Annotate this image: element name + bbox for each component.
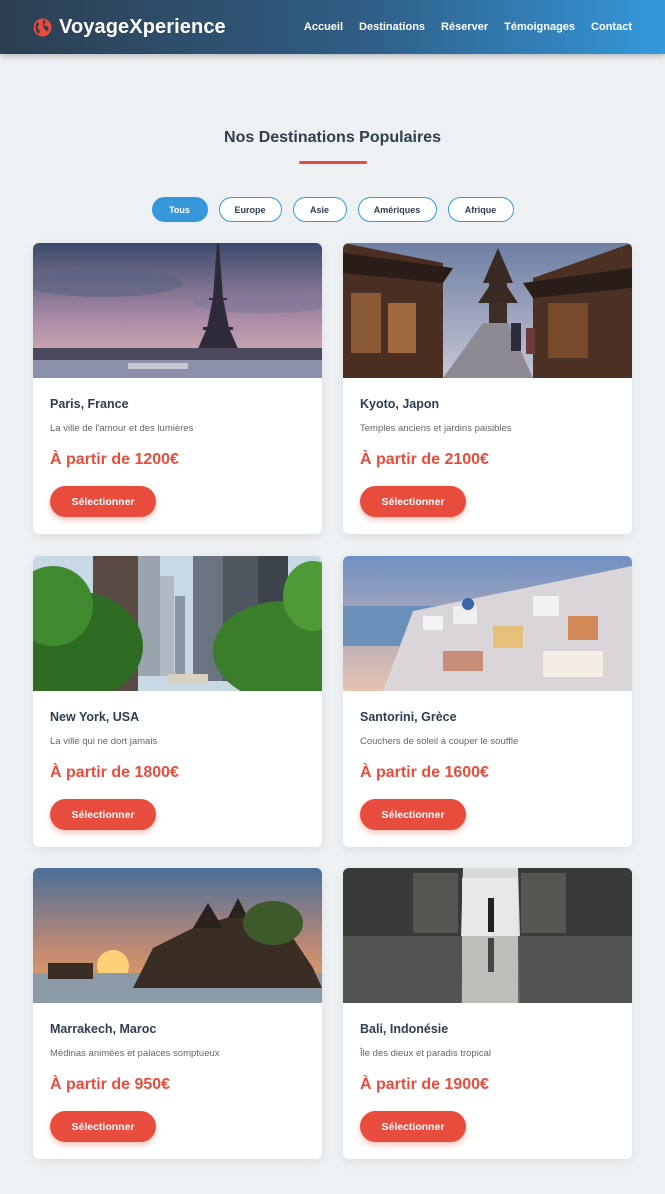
card-price: À partir de 2100€ — [360, 451, 489, 468]
card-title: Paris, France — [50, 397, 129, 411]
select-button[interactable]: Sélectionner — [50, 1111, 156, 1142]
destination-card-paris: Paris, France La ville de l'amour et des… — [33, 243, 322, 534]
main-nav: Accueil Destinations Réserver Témoignage… — [304, 21, 632, 33]
destination-card-new-york: New York, USA La ville qui ne dort jamai… — [33, 556, 322, 847]
destination-card-marrakech: Marrakech, Maroc Médinas animées et pala… — [33, 868, 322, 1159]
card-price: À partir de 1600€ — [360, 764, 489, 781]
section-title: Nos Destinations Populaires — [224, 129, 441, 146]
title-underline — [299, 161, 367, 164]
card-description: Temples anciens et jardins paisibles — [360, 423, 512, 434]
card-description: Couchers de soleil à couper le souffle — [360, 736, 519, 747]
logo-text: VoyageXperience — [59, 15, 226, 38]
nav-reserver[interactable]: Réserver — [441, 21, 488, 33]
card-title: Santorini, Grèce — [360, 710, 457, 724]
destination-image-new-york — [33, 556, 322, 691]
select-button[interactable]: Sélectionner — [360, 799, 466, 830]
card-price: À partir de 1900€ — [360, 1076, 489, 1093]
filter-bar: Tous Europe Asie Amériques Afrique — [0, 197, 665, 222]
nav-accueil[interactable]: Accueil — [304, 21, 343, 33]
card-description: La ville de l'amour et des lumières — [50, 423, 194, 434]
site-header: VoyageXperience Accueil Destinations Rés… — [0, 0, 665, 54]
filter-tous[interactable]: Tous — [151, 197, 208, 222]
select-button[interactable]: Sélectionner — [360, 1111, 466, 1142]
filter-europe[interactable]: Europe — [218, 197, 282, 222]
globe-icon — [33, 17, 52, 37]
destination-image-bali — [343, 868, 632, 1003]
card-price: À partir de 950€ — [50, 1076, 171, 1093]
filter-asie[interactable]: Asie — [292, 197, 347, 222]
filter-ameriques[interactable]: Amériques — [357, 197, 437, 222]
destination-image-santorini — [343, 556, 632, 691]
card-description: Île des dieux et paradis tropical — [360, 1048, 491, 1059]
destination-image-kyoto — [343, 243, 632, 378]
destination-image-marrakech — [33, 868, 322, 1003]
card-title: New York, USA — [50, 710, 140, 724]
card-title: Kyoto, Japon — [360, 397, 440, 411]
card-title: Marrakech, Maroc — [50, 1022, 157, 1036]
nav-contact[interactable]: Contact — [591, 21, 632, 33]
select-button[interactable]: Sélectionner — [50, 799, 156, 830]
logo[interactable]: VoyageXperience — [33, 16, 226, 39]
nav-temoignages[interactable]: Témoignages — [504, 21, 575, 33]
card-description: La ville qui ne dort jamais — [50, 736, 158, 747]
select-button[interactable]: Sélectionner — [50, 486, 156, 517]
card-title: Bali, Indonésie — [360, 1022, 449, 1036]
card-price: À partir de 1800€ — [50, 764, 179, 781]
select-button[interactable]: Sélectionner — [360, 486, 466, 517]
filter-afrique[interactable]: Afrique — [447, 197, 514, 222]
card-description: Médinas animées et palaces somptueux — [50, 1048, 220, 1059]
destination-card-bali: Bali, Indonésie Île des dieux et paradis… — [343, 868, 632, 1159]
destination-image-paris — [33, 243, 322, 378]
destination-card-santorini: Santorini, Grèce Couchers de soleil à co… — [343, 556, 632, 847]
nav-destinations[interactable]: Destinations — [359, 21, 425, 33]
destination-card-kyoto: Kyoto, Japon Temples anciens et jardins … — [343, 243, 632, 534]
card-price: À partir de 1200€ — [50, 451, 179, 468]
